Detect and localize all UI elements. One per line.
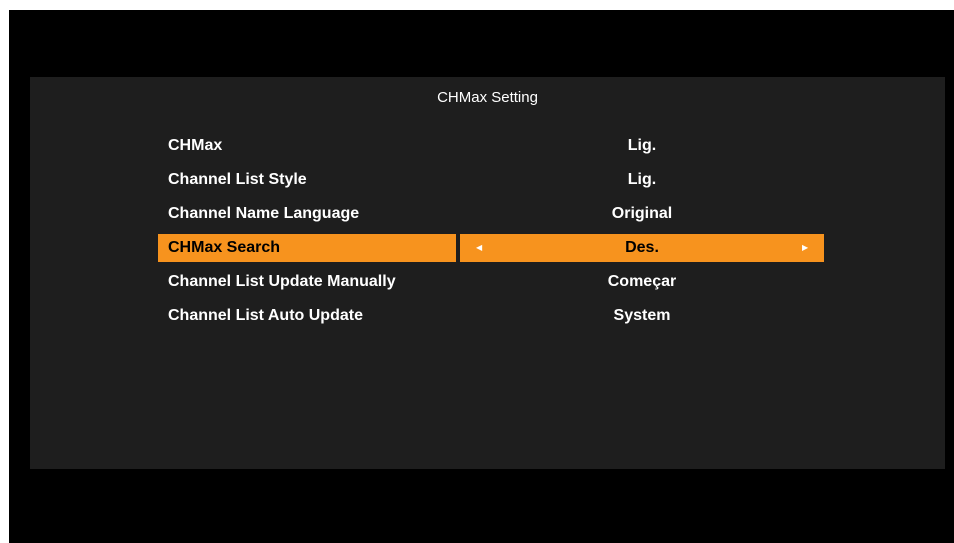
menu-item-value[interactable]: Des. <box>460 234 824 262</box>
menu-item-label: Channel List Style <box>168 171 307 188</box>
menu-item-chmax-search[interactable]: CHMax Search ◀ Des. ▶ <box>158 234 824 262</box>
menu-item-value[interactable]: Lig. <box>460 132 824 160</box>
menu-item-label: Channel List Update Manually <box>168 273 396 290</box>
menu-item-value[interactable]: Original <box>460 200 824 228</box>
menu-item-label: CHMax Search <box>168 239 281 256</box>
settings-menu: CHMax Lig. Channel List Style Lig. Chann… <box>30 77 945 469</box>
menu-item-label: Channel Name Language <box>168 205 360 222</box>
menu-item-channel-name-language[interactable]: Channel Name Language Original <box>158 200 824 228</box>
menu-item-value[interactable]: Começar <box>460 268 824 296</box>
menu-item-value[interactable]: Lig. <box>460 166 824 194</box>
menu-item-channel-list-style[interactable]: Channel List Style Lig. <box>158 166 824 194</box>
menu-item-channel-list-update-manually[interactable]: Channel List Update Manually Começar <box>158 268 824 296</box>
menu-item-value[interactable]: System <box>460 302 824 330</box>
menu-item-label: CHMax <box>168 137 223 154</box>
tv-screen: CHMax Setting CHMax Lig. Channel List St… <box>9 10 954 543</box>
menu-item-channel-list-auto-update[interactable]: Channel List Auto Update System <box>158 302 824 330</box>
menu-item-chmax[interactable]: CHMax Lig. <box>158 132 824 160</box>
menu-item-label: Channel List Auto Update <box>168 307 363 324</box>
arrow-right-icon[interactable]: ▶ <box>802 234 808 262</box>
settings-panel: CHMax Setting CHMax Lig. Channel List St… <box>30 77 945 469</box>
